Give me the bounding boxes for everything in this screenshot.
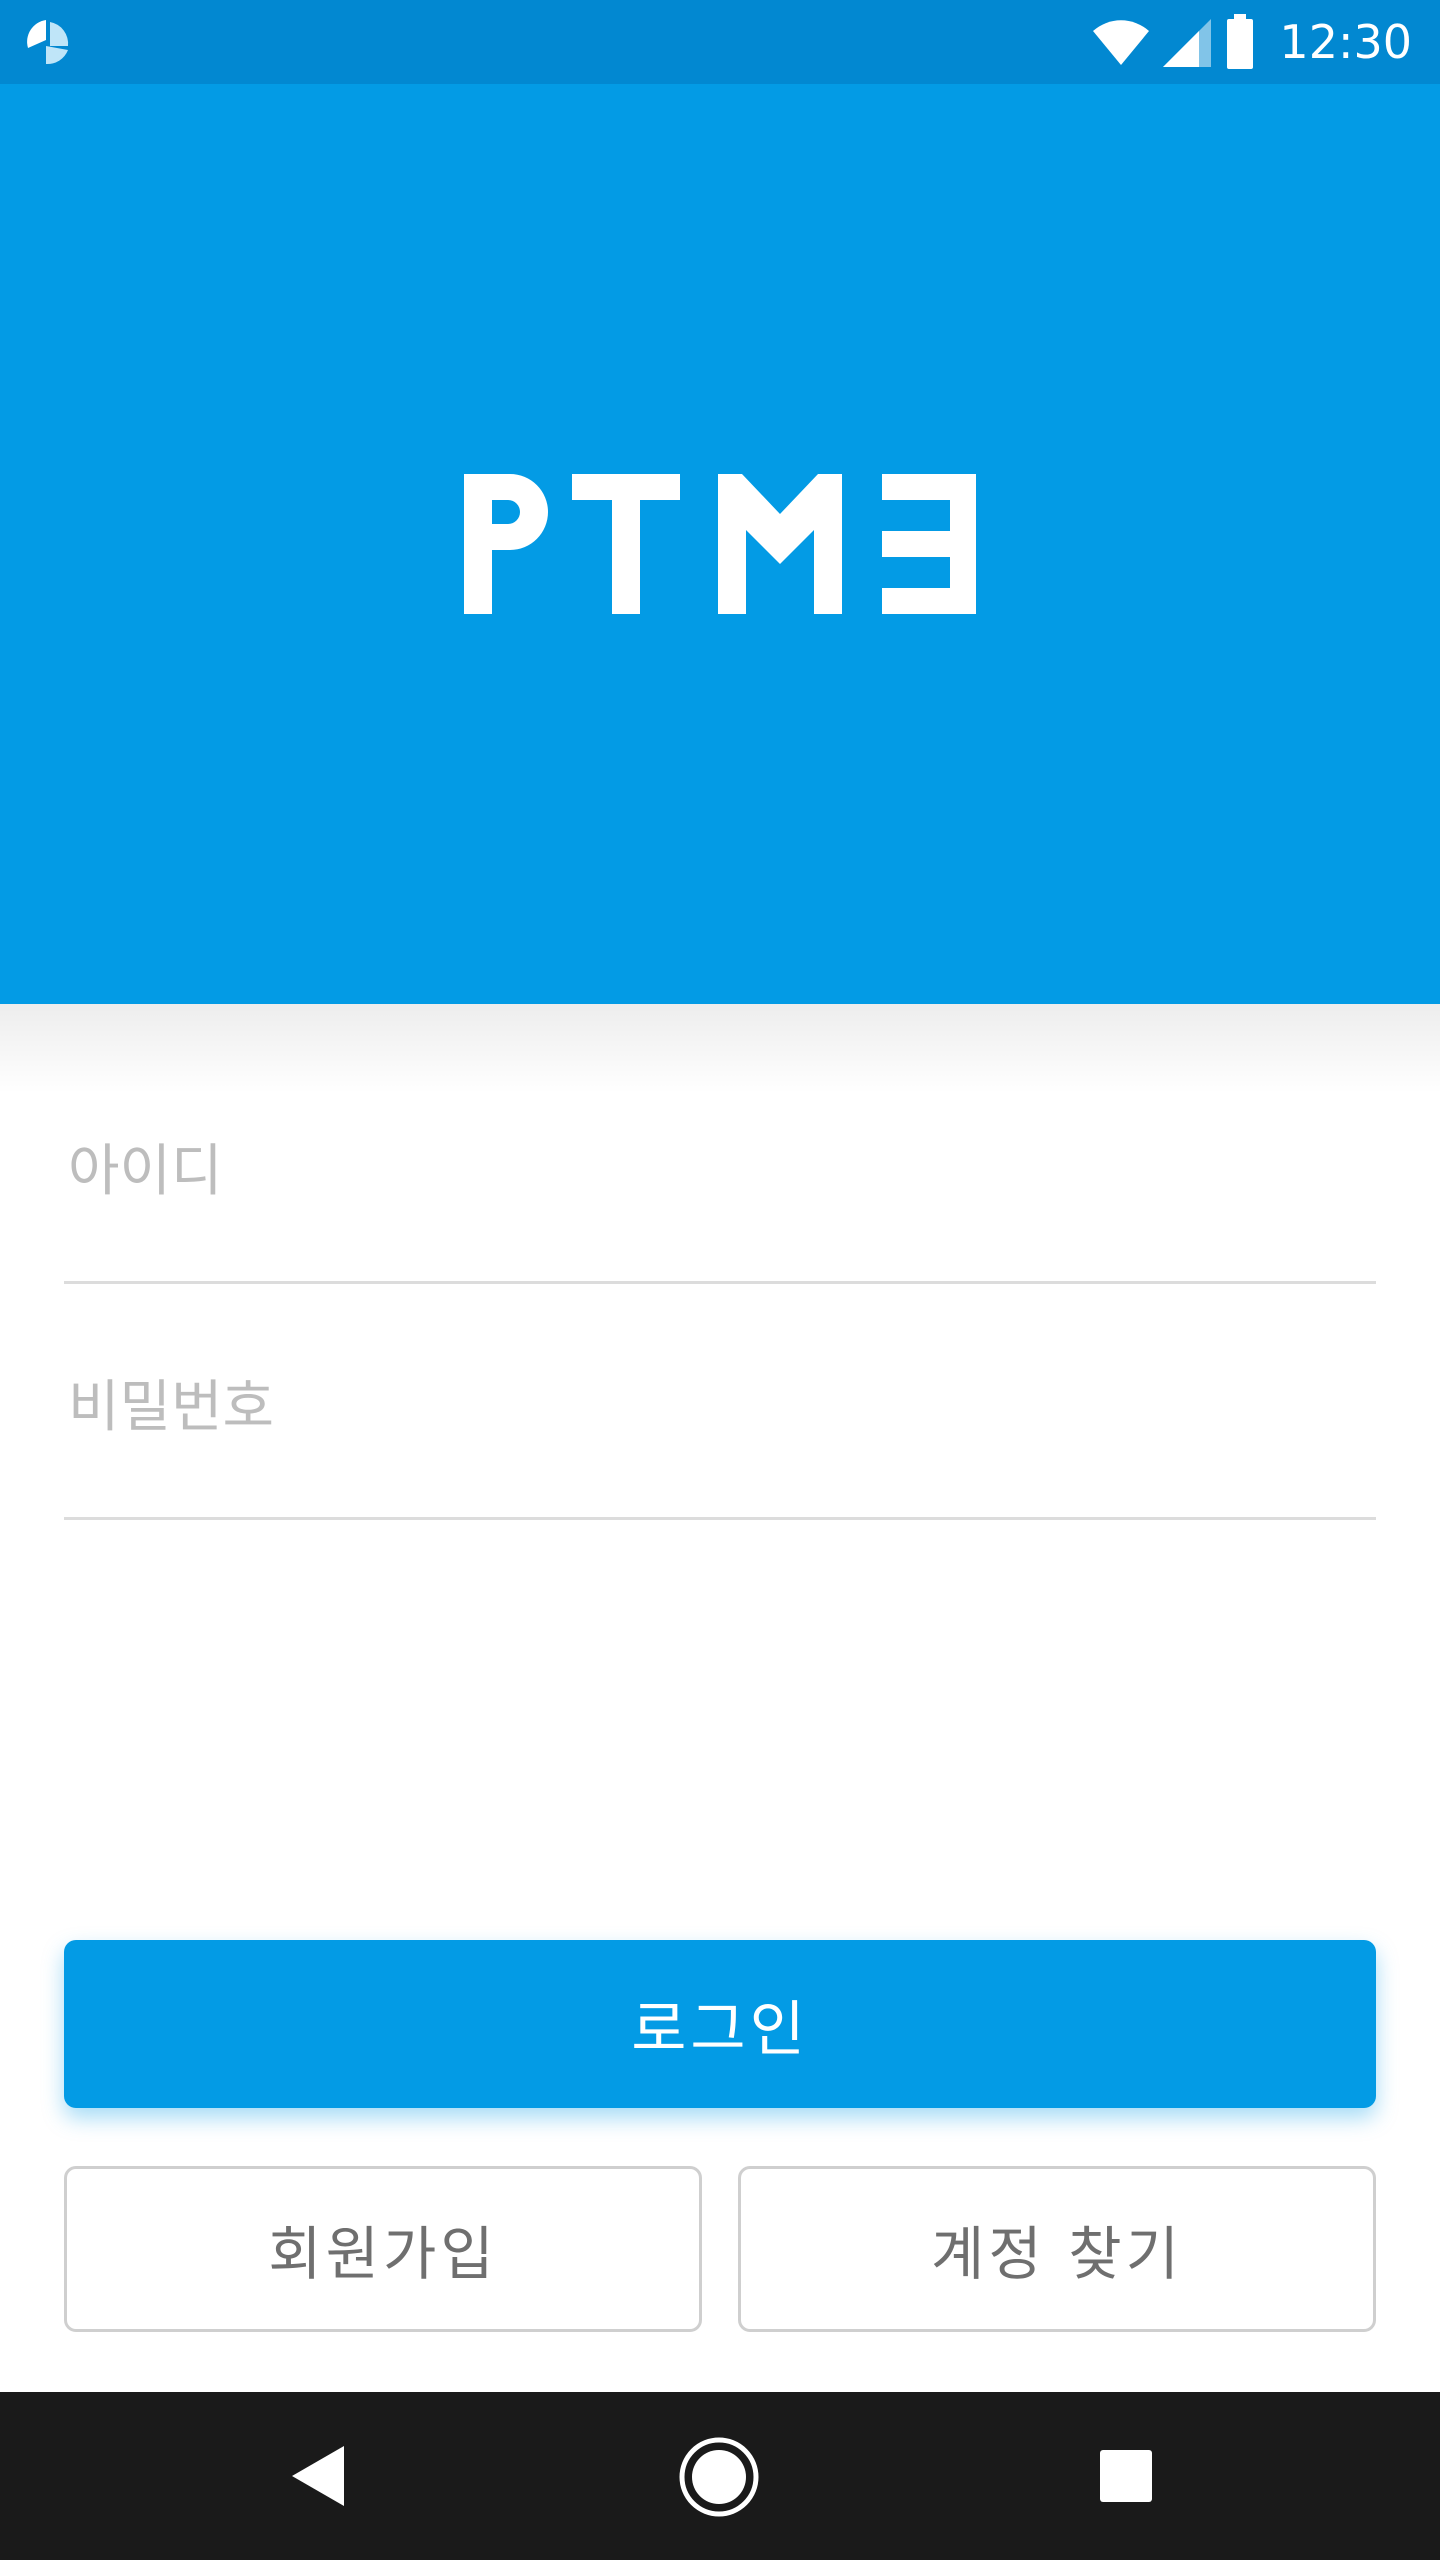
recent-apps-icon[interactable] [1100,2450,1152,2502]
password-field [64,1360,1376,1520]
ptme-logo [464,474,976,614]
navigation-bar [0,2392,1440,2560]
header-shadow [0,1004,1440,1094]
find-account-button[interactable]: 계정 찾기 [738,2166,1376,2332]
signup-button-label: 회원가입 [268,2220,498,2288]
pie-chart-icon [27,20,69,65]
signal-icon [1163,19,1212,67]
wifi-icon [1093,20,1150,65]
password-input[interactable] [68,1367,1368,1447]
id-input[interactable] [68,1131,1368,1211]
clock: 12:30 [1279,15,1412,69]
status-bar: 12:30 [0,0,1440,84]
id-field [64,1124,1376,1284]
home-icon[interactable] [678,2436,760,2518]
signup-button[interactable]: 회원가입 [64,2166,702,2332]
battery-icon [1227,14,1254,69]
status-indicators: 12:30 [1091,0,1412,84]
login-button-label: 로그인 [631,1994,809,2065]
find-account-button-label: 계정 찾기 [931,2220,1183,2288]
back-icon[interactable] [290,2444,346,2508]
login-button[interactable]: 로그인 [64,1940,1376,2108]
